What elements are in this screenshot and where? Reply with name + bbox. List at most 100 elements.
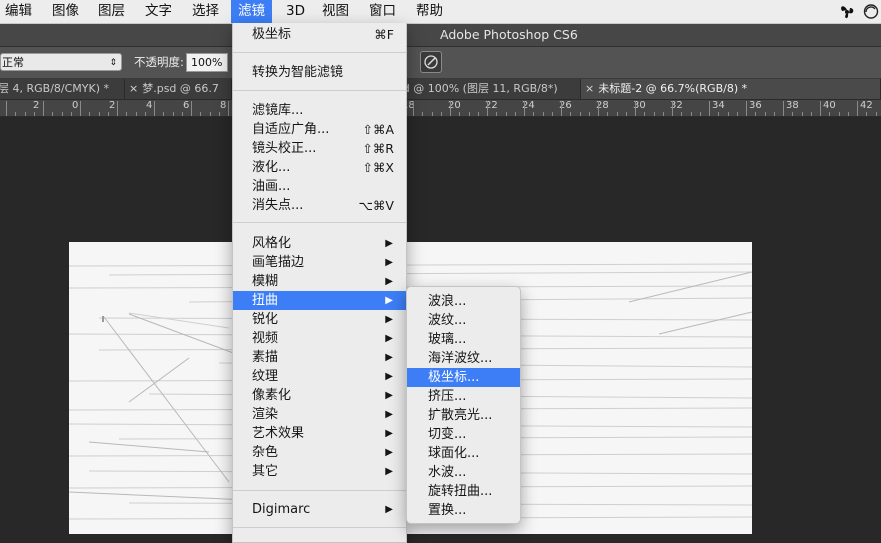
menu-type[interactable]: 文字 <box>138 0 179 23</box>
menu-edit[interactable]: 编辑 <box>0 0 39 23</box>
submenu-item-shear[interactable]: 切变... <box>407 425 520 444</box>
shortcut-label: ⌥⌘V <box>358 198 394 213</box>
menu-item-oil-paint[interactable]: 油画... <box>233 177 406 196</box>
menu-item-label: 极坐标... <box>428 370 480 385</box>
tab-doc-2[interactable]: × 梦.psd @ 66.7 <box>125 79 232 99</box>
menu-item-sharpen[interactable]: 锐化 ▶ <box>233 310 406 329</box>
menu-item-label: 波纹... <box>428 313 467 328</box>
pen-pressure-icon <box>424 55 438 69</box>
menu-item-distort[interactable]: 扭曲 ▶ <box>233 291 406 310</box>
ruler-tick <box>820 101 821 116</box>
menu-divider <box>233 222 406 223</box>
menu-help[interactable]: 帮助 <box>409 0 450 23</box>
submenu-item-ocean-ripple[interactable]: 海洋波纹... <box>407 349 520 368</box>
close-icon[interactable]: × <box>129 82 138 95</box>
submenu-item-zigzag[interactable]: 水波... <box>407 463 520 482</box>
menu-filter[interactable]: 滤镜 <box>231 0 272 23</box>
menu-item-label: 极坐标 <box>252 27 292 42</box>
menu-item-label: 镜头校正... <box>252 141 317 156</box>
menu-item-vanishing-point[interactable]: 消失点... ⌥⌘V <box>233 196 406 215</box>
tab-label: 层 4, RGB/8/CMYK) * <box>0 82 110 95</box>
ruler-tick <box>774 112 775 116</box>
ruler-label: 2 <box>109 100 116 111</box>
submenu-item-polar-coordinates[interactable]: 极坐标... <box>407 368 520 387</box>
menu-view[interactable]: 视图 <box>315 0 356 23</box>
menu-item-digimarc[interactable]: Digimarc ▶ <box>233 500 406 519</box>
submenu-item-wave[interactable]: 波浪... <box>407 292 520 311</box>
ruler-tick <box>524 101 525 116</box>
ruler-tick <box>561 101 562 116</box>
menu-item-label: 模糊 <box>252 274 279 289</box>
menu-image[interactable]: 图像 <box>45 0 86 23</box>
menu-item-brush-strokes[interactable]: 画笔描边 ▶ <box>233 253 406 272</box>
menu-item-label: 波浪... <box>428 294 467 309</box>
ruler-tick <box>210 112 211 116</box>
menu-item-pixelate[interactable]: 像素化 ▶ <box>233 386 406 405</box>
menu-item-label: 渲染 <box>252 407 279 422</box>
submenu-arrow-icon: ▶ <box>385 371 393 382</box>
menu-layer[interactable]: 图层 <box>91 0 132 23</box>
horizontal-ruler[interactable]: 2 0 2 4 6 8 10 12 14 16 18 20 22 24 26 2… <box>0 100 881 117</box>
menu-item-texture[interactable]: 纹理 ▶ <box>233 367 406 386</box>
menu-item-label: 置换... <box>428 503 467 518</box>
submenu-arrow-icon: ▶ <box>385 238 393 249</box>
ruler-tick <box>607 112 608 116</box>
ruler-tick <box>848 112 849 116</box>
ruler-label: 0 <box>72 100 79 111</box>
menu-item-liquify[interactable]: 液化... ⇧⌘X <box>233 158 406 177</box>
ruler-tick <box>829 112 830 116</box>
submenu-item-ripple[interactable]: 波纹... <box>407 311 520 330</box>
submenu-item-spherize[interactable]: 球面化... <box>407 444 520 463</box>
tab-doc-1[interactable]: 层 4, RGB/8/CMYK) * <box>0 79 125 99</box>
ruler-tick <box>598 101 599 116</box>
menu-item-sketch[interactable]: 素描 ▶ <box>233 348 406 367</box>
pressure-opacity-button[interactable] <box>420 51 442 73</box>
menu-item-other[interactable]: 其它 ▶ <box>233 462 406 481</box>
menu-item-label: 切变... <box>428 427 467 442</box>
submenu-item-glass[interactable]: 玻璃... <box>407 330 520 349</box>
menu-item-stylize[interactable]: 风格化 ▶ <box>233 234 406 253</box>
menu-item-lens-correction[interactable]: 镜头校正... ⇧⌘R <box>233 139 406 158</box>
blend-mode-select[interactable]: 正常 ⇕ <box>0 53 122 71</box>
submenu-arrow-icon: ▶ <box>385 314 393 325</box>
menu-item-noise[interactable]: 杂色 ▶ <box>233 443 406 462</box>
ruler-tick <box>469 112 470 116</box>
menu-item-label: 玻璃... <box>428 332 467 347</box>
menu-item-artistic[interactable]: 艺术效果 ▶ <box>233 424 406 443</box>
menu-window[interactable]: 窗口 <box>362 0 403 23</box>
menu-item-adaptive-wide-angle[interactable]: 自适应广角... ⇧⌘A <box>233 120 406 139</box>
ruler-tick <box>718 112 719 116</box>
ruler-tick <box>15 112 16 116</box>
ruler-tick <box>145 112 146 116</box>
menu-item-blur[interactable]: 模糊 ▶ <box>233 272 406 291</box>
ruler-label: 6 <box>183 100 190 111</box>
ruler-tick <box>422 112 423 116</box>
ruler-label: 36 <box>749 100 762 111</box>
submenu-arrow-icon: ▶ <box>385 447 393 458</box>
menu-3d[interactable]: 3D <box>279 0 312 23</box>
menu-item-filter-gallery[interactable]: 滤镜库... <box>233 101 406 120</box>
menu-item-convert-smart-filter[interactable]: 转换为智能滤镜 <box>233 63 406 82</box>
submenu-item-pinch[interactable]: 挤压... <box>407 387 520 406</box>
ruler-tick <box>533 112 534 116</box>
ruler-tick <box>99 112 100 116</box>
menu-item-last-filter[interactable]: 极坐标 ⌘F <box>233 25 406 44</box>
ruler-tick <box>487 101 488 116</box>
opacity-field[interactable]: 100% <box>186 53 228 72</box>
ruler-tick <box>617 112 618 116</box>
menu-select[interactable]: 选择 <box>185 0 226 23</box>
ruler-tick <box>866 112 867 116</box>
ruler-tick <box>802 112 803 116</box>
tab-doc-3[interactable]: sd @ 100% (图层 11, RGB/8*) <box>393 79 581 99</box>
ruler-tick <box>200 112 201 116</box>
submenu-item-displace[interactable]: 置换... <box>407 501 520 520</box>
fan-icon[interactable] <box>838 3 856 20</box>
menu-item-render[interactable]: 渲染 ▶ <box>233 405 406 424</box>
menu-item-video[interactable]: 视频 ▶ <box>233 329 406 348</box>
cloud-sync-icon[interactable] <box>862 3 881 20</box>
submenu-item-twirl[interactable]: 旋转扭曲... <box>407 482 520 501</box>
close-icon[interactable]: × <box>585 82 594 95</box>
submenu-item-diffuse-glow[interactable]: 扩散亮光... <box>407 406 520 425</box>
ruler-tick <box>570 112 571 116</box>
tab-doc-active[interactable]: × 未标题-2 @ 66.7%(RGB/8) * <box>581 79 881 99</box>
